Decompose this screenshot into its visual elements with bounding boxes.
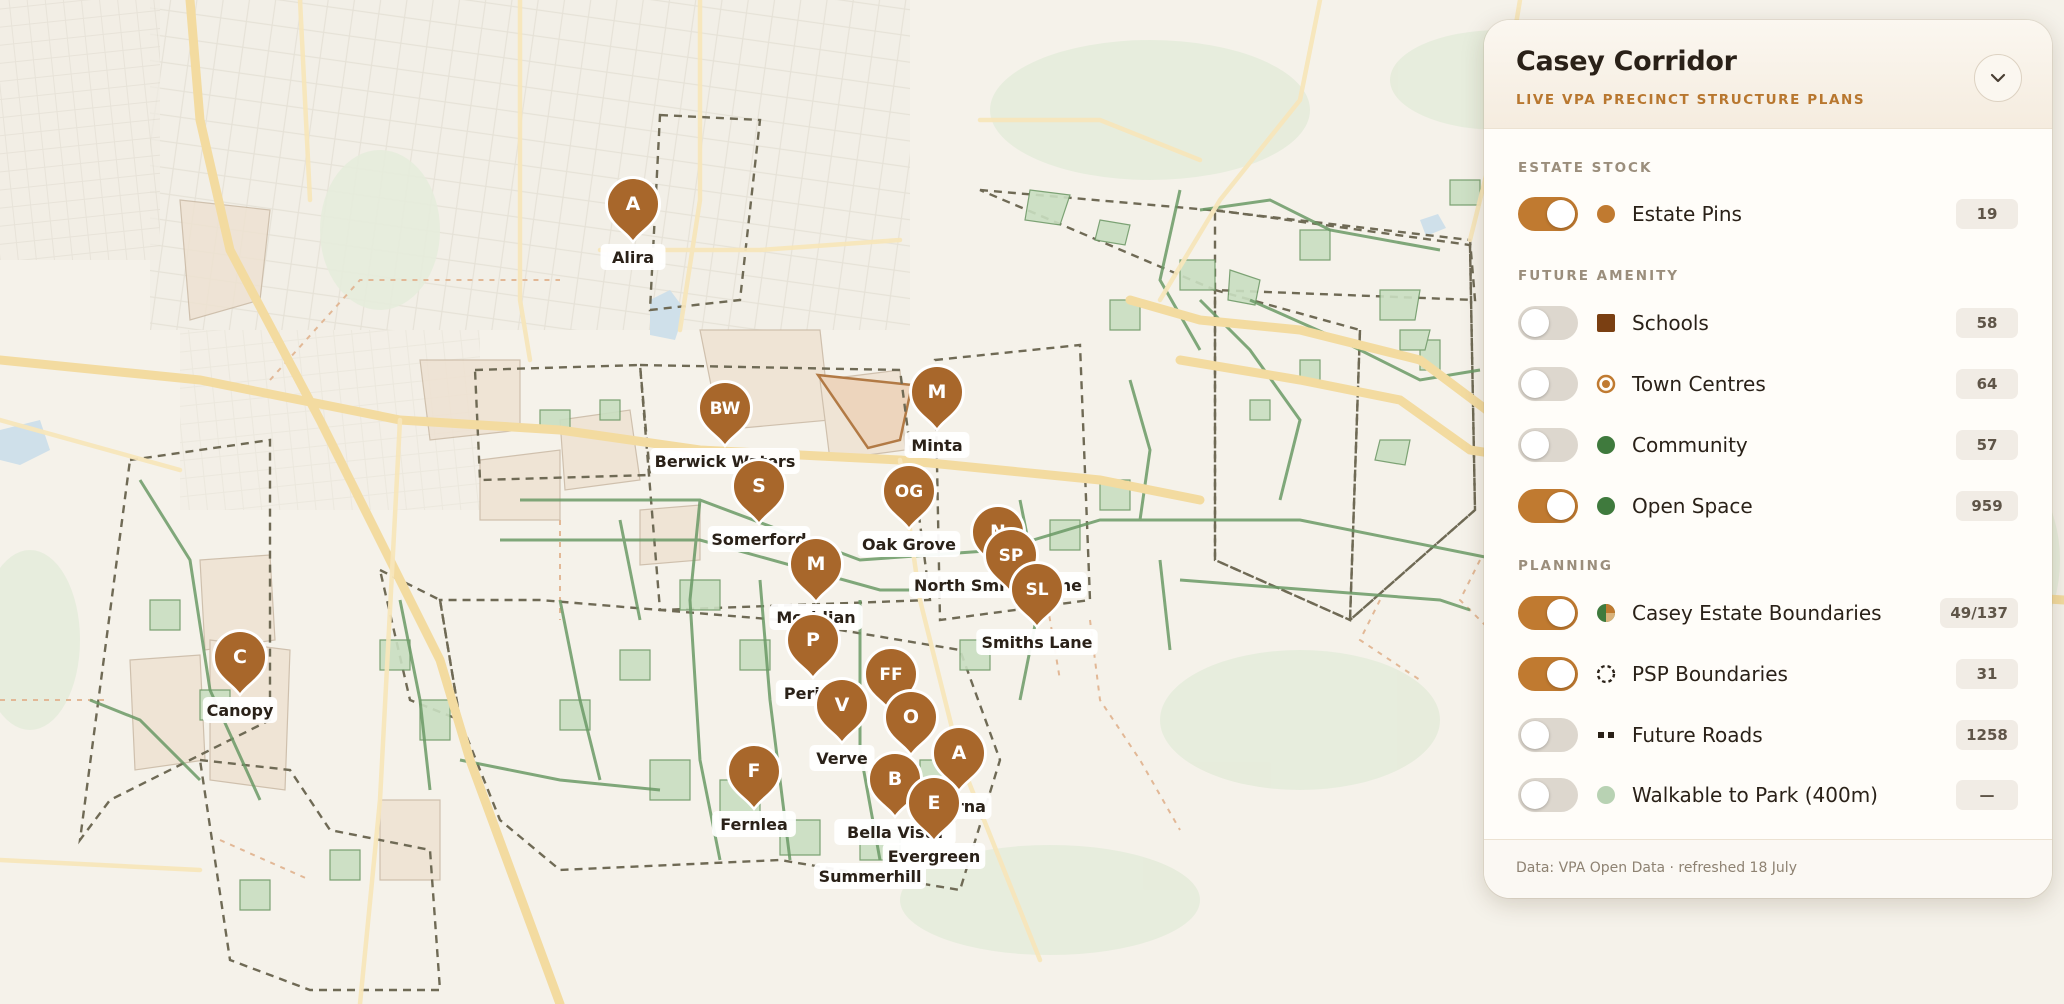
estate-name-label: Smiths Lane (981, 633, 1092, 652)
layer-row-walkable-to-park[interactable]: Walkable to Park (400m) — (1518, 777, 2018, 813)
toggle-switch[interactable] (1518, 489, 1578, 523)
pin-initials: B (888, 768, 902, 790)
toggle-switch[interactable] (1518, 596, 1578, 630)
estate-name-label: Oak Grove (862, 535, 956, 554)
pin-initials: A (626, 193, 641, 215)
toggle-switch[interactable] (1518, 367, 1578, 401)
layer-count-badge: 959 (1956, 491, 2018, 521)
layer-label: Casey Estate Boundaries (1632, 601, 1882, 625)
section-label-future-amenity: FUTURE AMENITY (1518, 268, 1680, 284)
layer-count-badge: 57 (1956, 430, 2018, 460)
estate-name-label: Minta (911, 436, 962, 455)
urban-area (0, 0, 160, 260)
layer-label: Future Roads (1632, 723, 1763, 747)
legend-swatch (1596, 725, 1616, 745)
circle-swatch-icon (1597, 205, 1615, 223)
dots-swatch-icon (1598, 732, 1614, 738)
pin-initials: SL (1025, 580, 1048, 600)
layer-count-badge: 64 (1956, 369, 2018, 399)
toggle-switch[interactable] (1518, 197, 1578, 231)
panel-header: Casey Corridor LIVE VPA PRECINCT STRUCTU… (1484, 20, 2052, 129)
pin-initials: S (752, 475, 766, 497)
legend-swatch (1596, 374, 1616, 394)
layer-row-psp-boundaries[interactable]: PSP Boundaries 31 (1518, 656, 2018, 692)
legend-swatch (1596, 435, 1616, 455)
estate-pin[interactable]: Summerhill (814, 863, 926, 889)
toggle-switch[interactable] (1518, 306, 1578, 340)
pin-initials: SP (999, 546, 1024, 566)
layer-row-casey-estate-boundaries[interactable]: Casey Estate Boundaries 49/137 (1518, 595, 2018, 631)
circle-swatch-icon (1597, 786, 1615, 804)
estate-name-label: Fernlea (720, 815, 788, 834)
layer-label: PSP Boundaries (1632, 662, 1788, 686)
pin-initials: E (928, 792, 941, 814)
pin-initials: P (806, 629, 820, 651)
legend-swatch (1596, 496, 1616, 516)
dashed-circle-swatch-icon (1596, 664, 1616, 684)
layer-label: Walkable to Park (400m) (1632, 783, 1878, 807)
urban-area (150, 0, 910, 330)
layer-count-badge: 58 (1956, 308, 2018, 338)
layer-panel: Casey Corridor LIVE VPA PRECINCT STRUCTU… (1484, 20, 2052, 898)
pin-initials: M (807, 553, 826, 575)
legend-swatch (1596, 204, 1616, 224)
legend-swatch (1596, 664, 1616, 684)
toggle-switch[interactable] (1518, 428, 1578, 462)
layer-count-badge: 31 (1956, 659, 2018, 689)
layer-count-badge: — (1956, 780, 2018, 810)
collapse-button[interactable] (1974, 54, 2022, 102)
legend-swatch (1596, 603, 1616, 623)
estate-name-label: Verve (816, 749, 868, 768)
layer-row-open-space[interactable]: Open Space 959 (1518, 488, 2018, 524)
layer-count-badge: 49/137 (1940, 598, 2018, 628)
data-source-note: Data: VPA Open Data · refreshed 18 July (1516, 860, 1797, 876)
pin-initials: O (903, 706, 919, 728)
pin-initials: F (748, 760, 761, 782)
estate-name-label: Summerhill (819, 867, 922, 886)
section-label-estate-stock: ESTATE STOCK (1518, 160, 1653, 176)
layer-row-town-centres[interactable]: Town Centres 64 (1518, 366, 2018, 402)
square-swatch-icon (1597, 314, 1615, 332)
pin-initials: M (928, 381, 947, 403)
layer-label: Community (1632, 433, 1748, 457)
layer-count-badge: 1258 (1956, 720, 2018, 750)
pie-swatch-icon (1597, 604, 1615, 622)
layer-row-community[interactable]: Community 57 (1518, 427, 2018, 463)
layer-label: Schools (1632, 311, 1709, 335)
layer-count-badge: 19 (1956, 199, 2018, 229)
layer-row-future-roads[interactable]: Future Roads 1258 (1518, 717, 2018, 753)
panel-subtitle: LIVE VPA PRECINCT STRUCTURE PLANS (1516, 92, 1866, 108)
circle-swatch-icon (1597, 497, 1615, 515)
panel-title: Casey Corridor (1516, 46, 1737, 77)
layer-label: Open Space (1632, 494, 1753, 518)
pin-initials: V (835, 694, 850, 716)
layer-row-schools[interactable]: Schools 58 (1518, 305, 2018, 341)
layer-row-estate-pins[interactable]: Estate Pins 19 (1518, 196, 2018, 232)
toggle-switch[interactable] (1518, 718, 1578, 752)
section-label-planning: PLANNING (1518, 558, 1613, 574)
estate-name-label: Canopy (207, 701, 274, 720)
chevron-down-icon (1990, 73, 2006, 83)
pin-initials: FF (879, 665, 902, 685)
ring-swatch-icon (1596, 374, 1616, 394)
layer-label: Town Centres (1632, 372, 1766, 396)
panel-footer: Data: VPA Open Data · refreshed 18 July (1484, 839, 2052, 898)
toggle-switch[interactable] (1518, 778, 1578, 812)
layer-label: Estate Pins (1632, 202, 1742, 226)
estate-name-label: Alira (612, 248, 654, 267)
pin-initials: OG (895, 482, 923, 502)
legend-swatch (1596, 313, 1616, 333)
legend-swatch (1596, 785, 1616, 805)
circle-swatch-icon (1597, 436, 1615, 454)
estate-name-label: Somerford (711, 530, 806, 549)
toggle-switch[interactable] (1518, 657, 1578, 691)
pin-initials: BW (710, 399, 741, 419)
pin-initials: C (233, 646, 247, 668)
pin-initials: A (952, 742, 967, 764)
